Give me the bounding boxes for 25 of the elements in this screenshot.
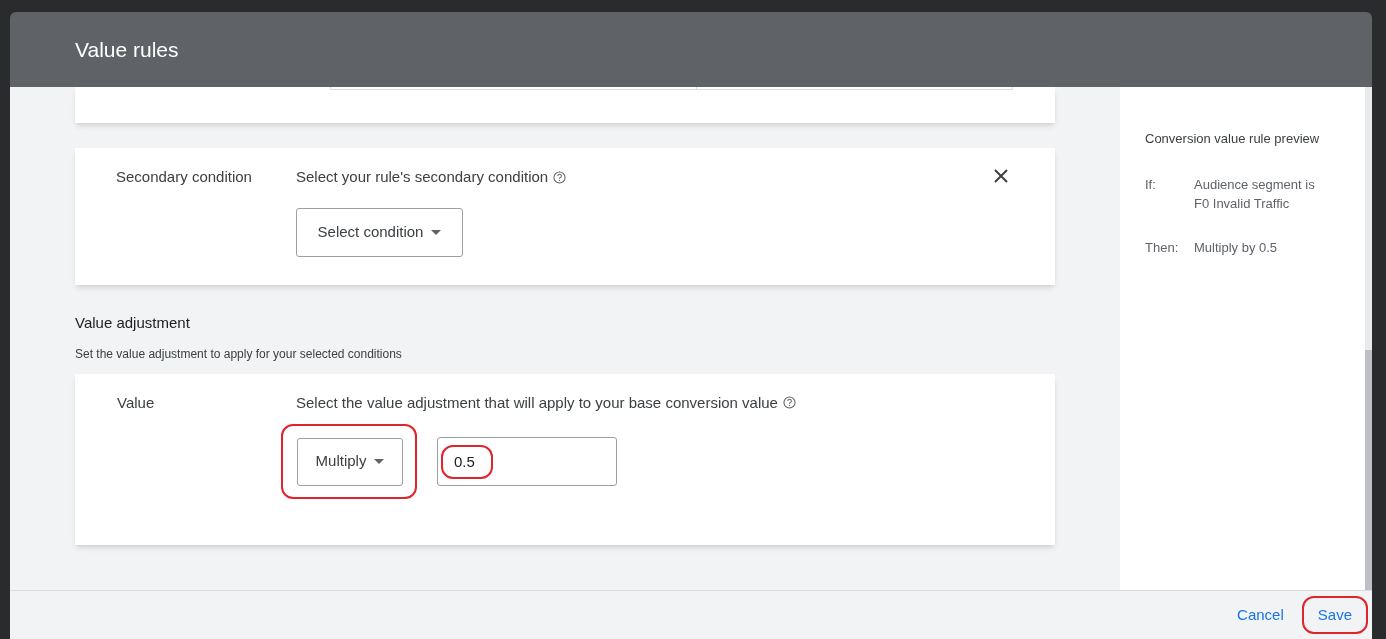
preview-label: Then:: [1145, 238, 1180, 257]
condition-dropdown[interactable]: Select condition: [296, 207, 463, 257]
preview-label: If:: [1145, 175, 1157, 194]
help-icon[interactable]: [782, 396, 796, 410]
row-label: Secondary condition: [116, 167, 252, 187]
scrollbar-thumb[interactable]: [1365, 350, 1372, 590]
dialog-title: Value rules: [75, 36, 179, 63]
dialog-button[interactable]: Cancel: [1235, 599, 1286, 631]
help-icon[interactable]: [553, 170, 567, 184]
amount-field[interactable]: 0.5: [437, 436, 617, 486]
operation-dropdown[interactable]: Multiply: [297, 437, 403, 486]
section-heading: Value adjustment: [75, 313, 191, 333]
dialog-button[interactable]: Save: [1315, 599, 1354, 631]
caret-icon: [374, 459, 385, 464]
close-icon[interactable]: [994, 169, 1008, 183]
question-text: Select your rule's secondary condition: [296, 167, 549, 187]
preview-title: Conversion value rule preview: [1145, 130, 1321, 148]
caret-icon: [431, 229, 442, 235]
input-field[interactable]: [697, 87, 1013, 90]
input-field[interactable]: [330, 87, 697, 90]
preview-text: Multiply by 0.5: [1194, 238, 1279, 257]
row-label: Value: [117, 392, 155, 413]
question-text: Select the value adjustment that will apply to your base conversion value: [296, 392, 778, 413]
section-description: Set the value adjustment to apply for your selected conditions: [75, 345, 403, 363]
preview-text: Audience segment is F0 Invalid Traffic: [1194, 175, 1316, 213]
